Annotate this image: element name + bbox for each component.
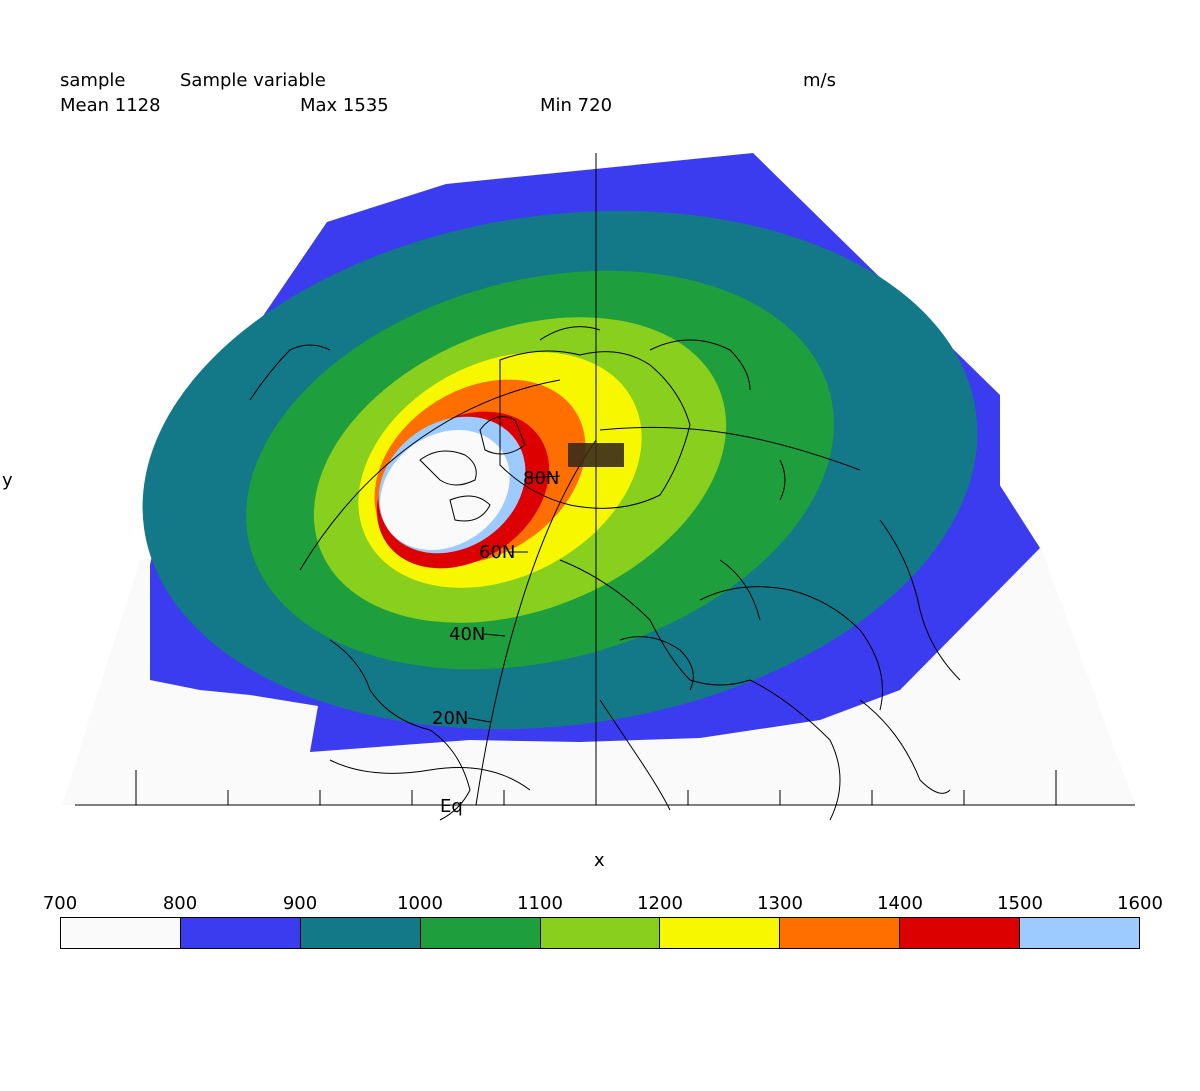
colorbar-tick-label: 900 xyxy=(282,893,318,914)
colorbar-tick-label: 800 xyxy=(162,893,198,914)
colorbar-tick-label: 1300 xyxy=(757,893,803,914)
colorbar-tick-label: 1100 xyxy=(517,893,563,914)
colorbar-cell xyxy=(540,918,661,948)
lat-label-60n: 60N xyxy=(479,542,515,563)
colorbar-cell xyxy=(61,918,181,948)
x-axis-label: x xyxy=(594,850,605,871)
lat-label-20n: 20N xyxy=(432,708,468,729)
colorbar-tick-label: 1200 xyxy=(637,893,683,914)
colorbar-tick-label: 1000 xyxy=(397,893,443,914)
colorbar-cell xyxy=(420,918,541,948)
pole-longitude-labels xyxy=(568,443,624,467)
colorbar-tick-label: 1400 xyxy=(877,893,923,914)
colorbar-tick-label: 1600 xyxy=(1117,893,1163,914)
colorbar-cell xyxy=(300,918,421,948)
colorbar-cell xyxy=(1020,918,1140,948)
colorbar-tick-label: 1500 xyxy=(997,893,1043,914)
lat-label-80n: 80N xyxy=(523,468,559,489)
colorbar-cell xyxy=(900,918,1021,948)
colorbar-cell xyxy=(780,918,901,948)
lat-label-40n: 40N xyxy=(449,624,485,645)
colorbar-cell xyxy=(660,918,781,948)
colorbar-tick-label: 700 xyxy=(42,893,78,914)
colorbar xyxy=(60,917,1140,949)
colorbar-cell xyxy=(180,918,301,948)
lat-label-eq: Eq xyxy=(440,796,463,817)
y-axis-label: y xyxy=(2,470,13,491)
